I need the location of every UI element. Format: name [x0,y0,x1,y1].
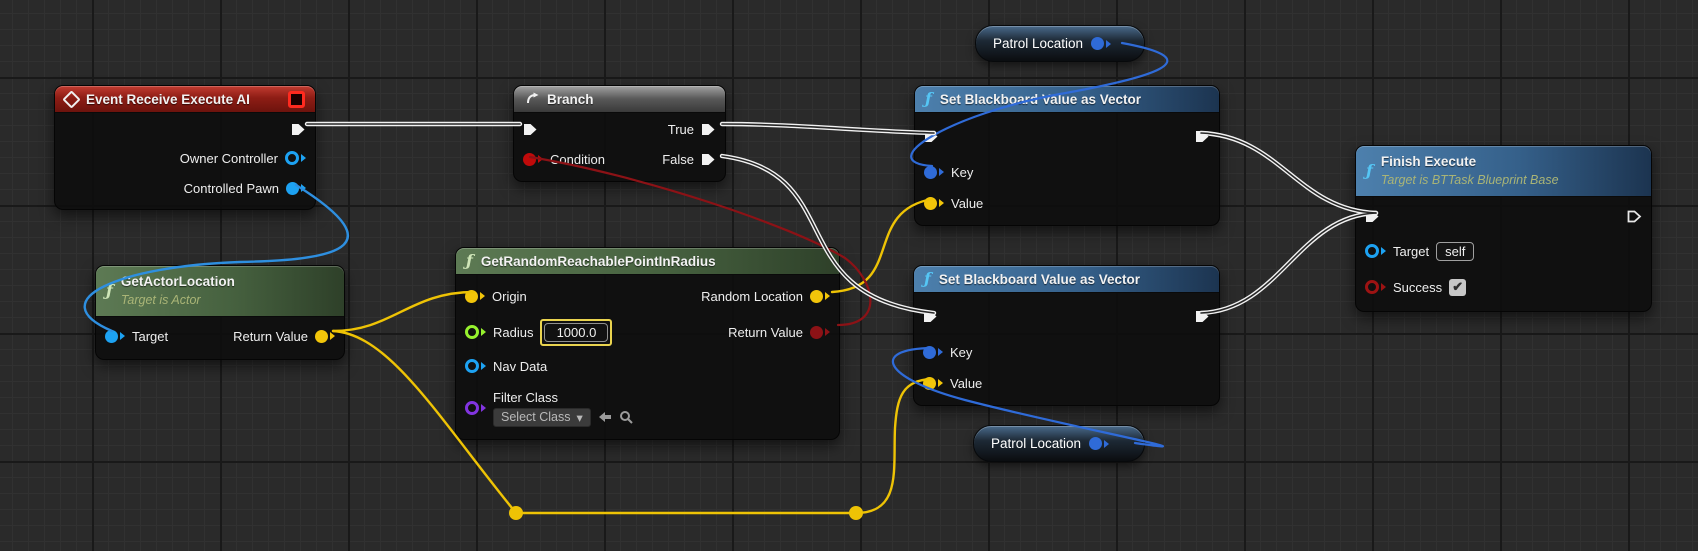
condition-pin[interactable] [523,152,543,166]
pin-label: Filter Class [493,389,559,405]
exec-in-pin[interactable] [924,130,939,143]
target-pin[interactable] [1365,244,1386,258]
exec-in-pin[interactable] [923,310,938,323]
node-title: Set Blackboard Value as Vector [939,91,1141,107]
pin-label: Key [950,344,973,360]
node-finish-execute[interactable]: ƒ Finish Execute Target is BTTask Bluepr… [1355,145,1652,312]
function-icon: ƒ [925,89,932,108]
exec-out-pin[interactable] [291,123,306,136]
node-get-random-reachable-point-in-radius[interactable]: ƒ GetRandomReachablePointInRadius Origin… [455,247,840,440]
owner-controller-pin[interactable] [285,151,306,165]
blueprint-graph-canvas[interactable]: Event Receive Execute AI Owner Controlle… [0,0,1698,551]
browse-search-icon[interactable] [619,410,633,424]
wire-exec-set-top-to-finish [1198,130,1379,216]
node-subtitle: Target is Actor [120,292,201,307]
breakpoint-icon [288,90,305,108]
wire-exec-set-bottom-to-finish [1198,210,1379,316]
use-selected-icon[interactable] [598,411,612,423]
variable-label: Patrol Location [993,36,1084,51]
pin-label: Owner Controller [179,150,278,166]
controlled-pawn-pin[interactable] [286,181,306,195]
pin-label: Controlled Pawn [183,180,279,196]
origin-pin[interactable] [465,289,485,303]
pin-label: Random Location [701,288,803,304]
pin-label: Target [132,328,169,344]
node-subtitle: Target is BTTask Blueprint Base [1380,172,1559,187]
exec-out-pin[interactable] [1195,310,1210,323]
success-pin[interactable] [1365,280,1386,294]
pin-label: Target [1393,243,1430,259]
pin-label: Value [950,375,983,391]
radius-pin[interactable] [465,325,486,339]
node-title: GetActorLocation [120,274,235,290]
dropdown-caret-icon: ▾ [576,410,583,425]
pin-label: Condition [550,151,605,167]
radius-value-selection: 1000.0 [540,318,613,346]
node-title: Event Receive Execute AI [86,91,250,107]
variable-out-pin[interactable] [1091,37,1112,50]
radius-value-field[interactable]: 1000.0 [544,322,609,342]
pin-label: Value [951,195,984,211]
function-icon: ƒ [924,269,931,288]
pin-label: Radius [493,324,534,340]
reroute-node [849,506,863,520]
random-location-pin[interactable] [810,289,830,303]
variable-node-patrol-location-top[interactable]: Patrol Location [975,25,1145,62]
nav-data-pin[interactable] [465,359,486,373]
function-icon: ƒ [106,281,113,300]
return-value-pin[interactable] [810,325,830,339]
exec-in-pin[interactable] [1365,210,1380,223]
value-pin[interactable] [923,376,943,390]
target-pin[interactable] [105,329,125,343]
function-icon: ƒ [466,251,473,270]
pin-label: Return Value [233,328,308,344]
node-title: Finish Execute [1380,154,1477,170]
true-exec-out-pin[interactable] [701,123,716,136]
node-get-actor-location[interactable]: ƒ GetActorLocation Target is Actor Targe… [95,265,345,360]
key-pin[interactable] [924,165,944,179]
target-value-field[interactable]: self [1436,241,1475,261]
select-class-dropdown[interactable]: Select Class ▾ [493,407,591,427]
pin-label: Success [1393,279,1443,295]
wire-exec-true-to-set-top [719,121,937,136]
pin-label: Origin [492,288,527,304]
success-checkbox[interactable]: ✔ [1449,278,1467,296]
exec-out-pin[interactable] [1627,210,1642,223]
variable-node-patrol-location-bottom[interactable]: Patrol Location [973,425,1145,462]
function-icon: ƒ [1366,161,1373,180]
pin-label: True [667,121,694,137]
node-branch[interactable]: Branch True Condition False [513,85,726,182]
filter-class-pin[interactable] [465,401,486,415]
pin-label: False [662,151,694,167]
node-set-blackboard-value-as-vector-bottom[interactable]: ƒ Set Blackboard Value as Vector Key Val… [913,265,1220,406]
node-set-blackboard-value-as-vector-top[interactable]: ƒ Set Blackboard Value as Vector Key Val… [914,85,1220,226]
pin-label: Key [951,164,974,180]
reroute-node [509,506,523,520]
return-value-pin[interactable] [315,329,335,343]
exec-out-pin[interactable] [1195,130,1210,143]
variable-label: Patrol Location [991,436,1082,451]
node-title: Set Blackboard Value as Vector [938,271,1140,287]
node-event-receive-execute-ai[interactable]: Event Receive Execute AI Owner Controlle… [54,85,316,210]
key-pin[interactable] [923,345,943,359]
false-exec-out-pin[interactable] [701,153,716,166]
event-icon [62,89,81,109]
branch-icon [524,92,539,107]
pin-label: Nav Data [493,358,548,374]
pin-label: Return Value [728,324,803,340]
variable-out-pin[interactable] [1089,437,1110,450]
node-title: GetRandomReachablePointInRadius [480,253,716,269]
node-title: Branch [547,91,594,107]
exec-in-pin[interactable] [523,123,538,136]
wire-return-value-to-origin [331,290,476,333]
value-pin[interactable] [924,196,944,210]
